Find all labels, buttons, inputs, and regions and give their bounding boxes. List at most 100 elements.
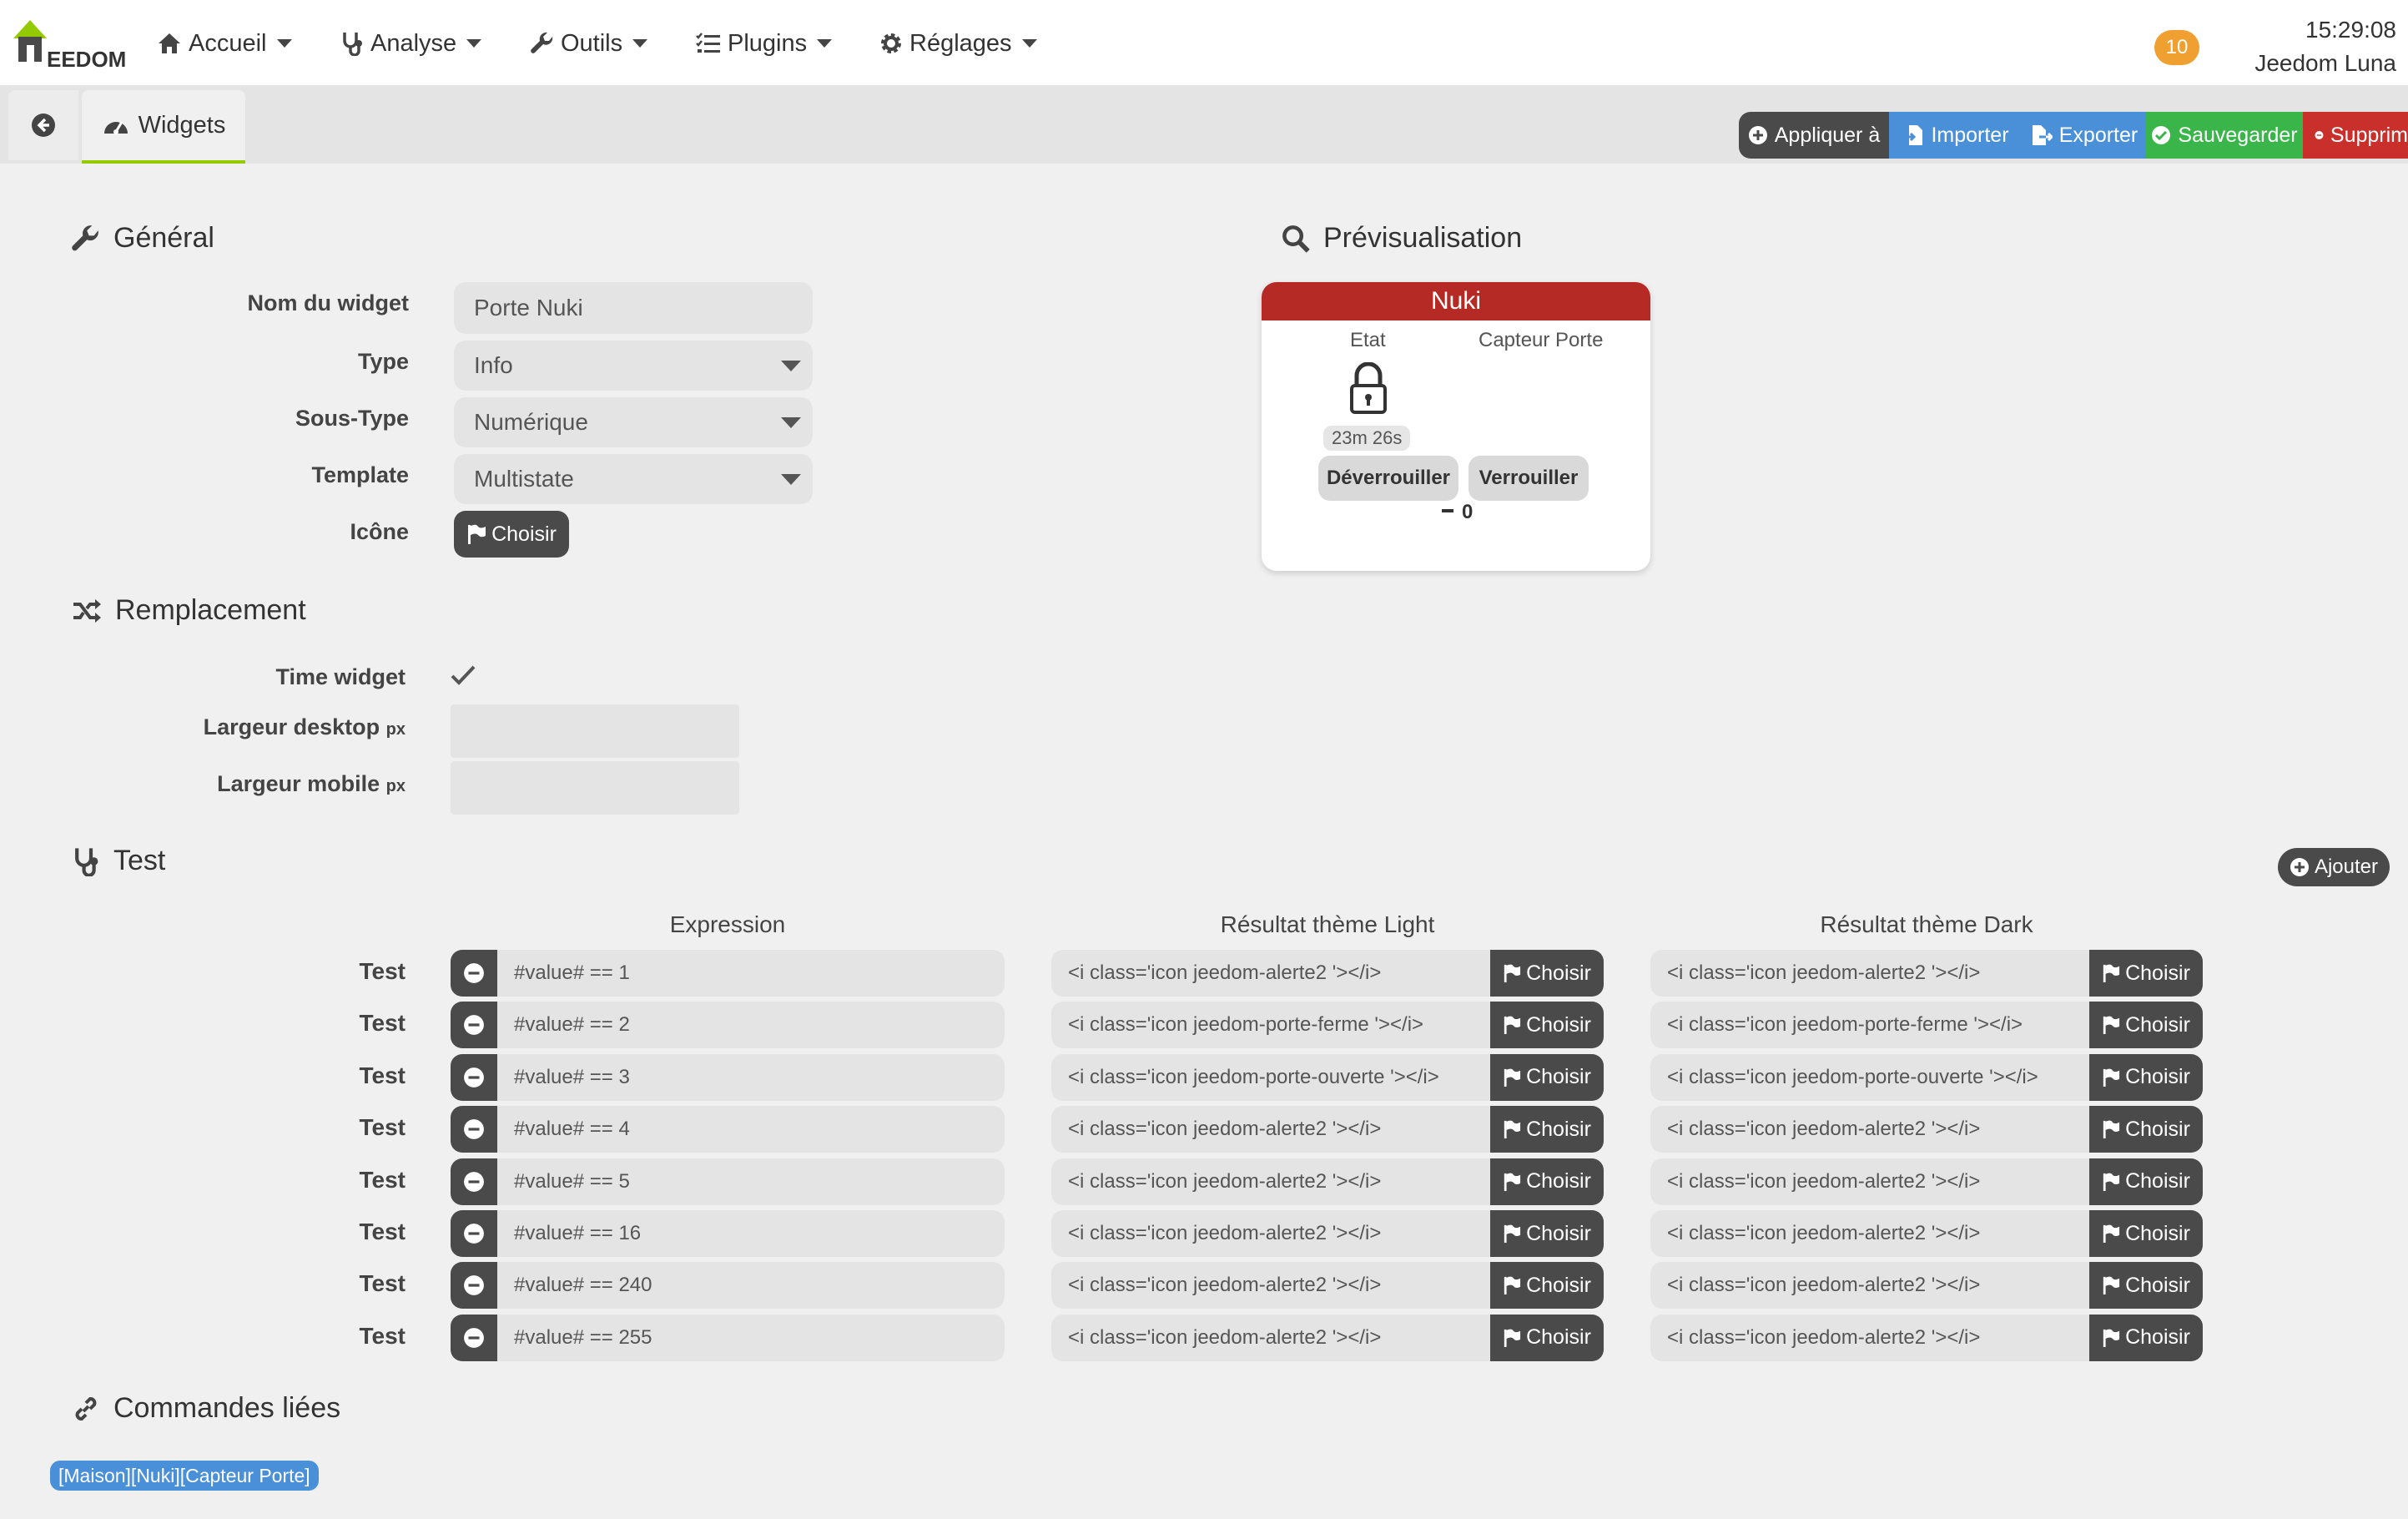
choose-light-button[interactable]: Choisir: [1490, 1106, 1604, 1153]
template-select[interactable]: Multistate: [454, 454, 813, 504]
choose-dark-button[interactable]: Choisir: [2089, 1158, 2203, 1205]
remove-test-button[interactable]: [451, 950, 497, 997]
choose-dark-button[interactable]: Choisir: [2089, 1053, 2203, 1101]
nav-reglages[interactable]: Réglages: [879, 27, 1037, 60]
choose-light-label: Choisir: [1526, 1169, 1591, 1194]
choose-dark-label: Choisir: [2125, 1221, 2190, 1245]
tab-widgets[interactable]: Widgets: [82, 90, 245, 164]
random-icon: [73, 598, 101, 623]
apply-button[interactable]: Appliquer à: [1739, 112, 1889, 159]
unlock-button[interactable]: Déverrouiller: [1318, 456, 1458, 501]
choose-icon-button[interactable]: Choisir: [454, 511, 569, 558]
test-expression-row: #value# == 16: [451, 1210, 1005, 1257]
nav-plugins[interactable]: Plugins: [696, 27, 833, 60]
choose-light-button[interactable]: Choisir: [1490, 1314, 1604, 1361]
save-button[interactable]: Sauvegarder: [2146, 112, 2303, 159]
test-light-input[interactable]: <i class='icon jeedom-porte-ferme '></i>: [1051, 1013, 1490, 1037]
minus-circle-icon: [464, 1067, 484, 1088]
remove-test-button[interactable]: [451, 1053, 497, 1101]
import-button[interactable]: Importer: [1889, 112, 2023, 159]
flag-icon: [2103, 1329, 2120, 1347]
remove-test-button[interactable]: [451, 1158, 497, 1205]
remove-test-button[interactable]: [451, 1106, 497, 1153]
choose-dark-button[interactable]: Choisir: [2089, 1262, 2203, 1310]
lock-icon[interactable]: [1348, 361, 1388, 418]
choose-light-label: Choisir: [1526, 1221, 1591, 1245]
test-dark-input[interactable]: <i class='icon jeedom-porte-ferme '></i>: [1650, 1013, 2089, 1037]
test-dark-row: <i class='icon jeedom-alerte2 '></i> Choi…: [1650, 950, 2203, 997]
add-test-button[interactable]: Ajouter: [2278, 848, 2390, 886]
test-expression-input[interactable]: #value# == 16: [497, 1222, 641, 1245]
linked-command[interactable]: [Maison][Nuki][Capteur Porte]: [50, 1461, 319, 1491]
mobile-width-input[interactable]: [451, 761, 739, 815]
nav-reglages-label: Réglages: [909, 29, 1012, 57]
delete-button[interactable]: Supprim: [2303, 112, 2408, 159]
notification-badge[interactable]: 10: [2154, 30, 2199, 65]
test-light-input[interactable]: <i class='icon jeedom-alerte2 '></i>: [1051, 961, 1490, 985]
nav-accueil[interactable]: Accueil: [157, 27, 292, 60]
choose-light-button[interactable]: Choisir: [1490, 950, 1604, 997]
remove-test-button[interactable]: [451, 1314, 497, 1361]
desktop-width-input[interactable]: [451, 704, 739, 758]
choose-dark-button[interactable]: Choisir: [2089, 1210, 2203, 1257]
subtype-select[interactable]: Numérique: [454, 397, 813, 447]
remove-test-button[interactable]: [451, 1262, 497, 1310]
test-dark-input[interactable]: <i class='icon jeedom-alerte2 '></i>: [1650, 1326, 2089, 1350]
test-dark-input[interactable]: <i class='icon jeedom-alerte2 '></i>: [1650, 1274, 2089, 1297]
choose-light-button[interactable]: Choisir: [1490, 1053, 1604, 1101]
subtype-label: Sous-Type: [295, 406, 409, 431]
test-expression-input[interactable]: #value# == 240: [497, 1274, 652, 1297]
test-dark-input[interactable]: <i class='icon jeedom-alerte2 '></i>: [1650, 961, 2089, 985]
test-expression-input[interactable]: #value# == 1: [497, 961, 630, 985]
test-light-input[interactable]: <i class='icon jeedom-alerte2 '></i>: [1051, 1222, 1490, 1245]
lock-button[interactable]: Verrouiller: [1468, 456, 1589, 501]
choose-dark-button[interactable]: Choisir: [2089, 1002, 2203, 1049]
choose-light-button[interactable]: Choisir: [1490, 1002, 1604, 1049]
type-value: Info: [474, 352, 513, 378]
remove-test-button[interactable]: [451, 1210, 497, 1257]
type-select[interactable]: Info: [454, 341, 813, 391]
choose-dark-button[interactable]: Choisir: [2089, 950, 2203, 997]
nav-analyse[interactable]: Analyse: [340, 27, 482, 60]
test-dark-input[interactable]: <i class='icon jeedom-porte-ouverte '></…: [1650, 1066, 2089, 1089]
time-widget-checkbox[interactable]: [449, 663, 477, 692]
mobile-width-label: Largeur mobile px: [125, 771, 406, 797]
linked-title-text: Commandes liées: [113, 1392, 341, 1424]
import-label: Importer: [1931, 123, 2009, 147]
widget-name-input[interactable]: Porte Nuki: [454, 282, 813, 334]
test-expression-input[interactable]: #value# == 2: [497, 1013, 630, 1037]
test-light-input[interactable]: <i class='icon jeedom-alerte2 '></i>: [1051, 1274, 1490, 1297]
back-button[interactable]: [8, 90, 78, 160]
export-button[interactable]: Exporter: [2023, 112, 2146, 159]
test-light-row: <i class='icon jeedom-alerte2 '></i> Choi…: [1051, 950, 1604, 997]
test-dark-input[interactable]: <i class='icon jeedom-alerte2 '></i>: [1650, 1170, 2089, 1194]
choose-light-button[interactable]: Choisir: [1490, 1262, 1604, 1310]
flag-icon: [2103, 964, 2120, 982]
test-light-row: <i class='icon jeedom-porte-ferme '></i>…: [1051, 1002, 1604, 1049]
jeedom-logo[interactable]: EEDOM: [8, 15, 126, 72]
test-expression-input[interactable]: #value# == 5: [497, 1170, 630, 1194]
user-name[interactable]: Jeedom Luna: [2254, 47, 2396, 80]
test-light-input[interactable]: <i class='icon jeedom-porte-ouverte '></…: [1051, 1066, 1490, 1089]
test-expression-input[interactable]: #value# == 3: [497, 1066, 630, 1089]
test-dark-input[interactable]: <i class='icon jeedom-alerte2 '></i>: [1650, 1118, 2089, 1141]
test-dark-row: <i class='icon jeedom-alerte2 '></i> Choi…: [1650, 1262, 2203, 1310]
test-light-row: <i class='icon jeedom-alerte2 '></i> Choi…: [1051, 1314, 1604, 1361]
choose-dark-button[interactable]: Choisir: [2089, 1106, 2203, 1153]
choose-light-label: Choisir: [1526, 961, 1591, 985]
test-expression-input[interactable]: #value# == 4: [497, 1118, 630, 1141]
choose-light-button[interactable]: Choisir: [1490, 1210, 1604, 1257]
test-expression-input[interactable]: #value# == 255: [497, 1326, 652, 1350]
test-dark-input[interactable]: <i class='icon jeedom-alerte2 '></i>: [1650, 1222, 2089, 1245]
test-light-input[interactable]: <i class='icon jeedom-alerte2 '></i>: [1051, 1170, 1490, 1194]
test-light-input[interactable]: <i class='icon jeedom-alerte2 '></i>: [1051, 1118, 1490, 1141]
choose-light-button[interactable]: Choisir: [1490, 1158, 1604, 1205]
test-row-label: Test: [359, 1270, 406, 1297]
test-dark-row: <i class='icon jeedom-alerte2 '></i> Choi…: [1650, 1158, 2203, 1205]
nav-outils[interactable]: Outils: [531, 27, 648, 60]
choose-dark-button[interactable]: Choisir: [2089, 1314, 2203, 1361]
test-light-input[interactable]: <i class='icon jeedom-alerte2 '></i>: [1051, 1326, 1490, 1350]
preview-capteur-label: Capteur Porte: [1479, 329, 1604, 351]
remove-test-button[interactable]: [451, 1002, 497, 1049]
general-title-text: Général: [113, 222, 214, 254]
